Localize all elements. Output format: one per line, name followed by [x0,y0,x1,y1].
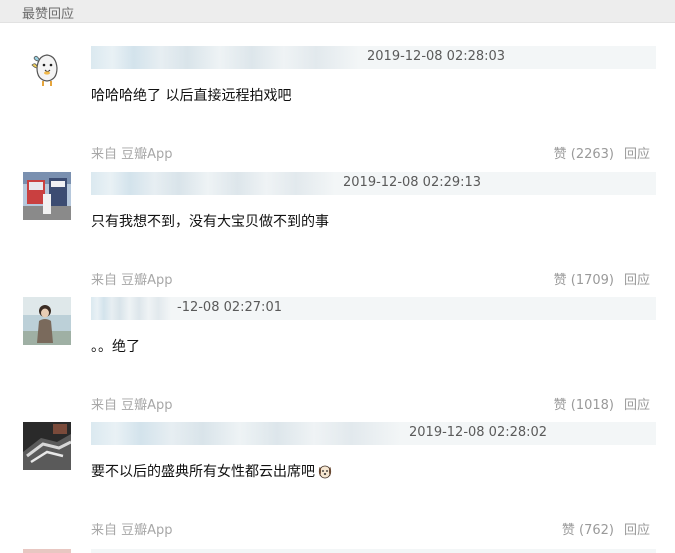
reply-button[interactable]: 回应 [624,398,650,413]
reply-button[interactable]: 回应 [624,147,650,162]
comment-item: 2019-12-08 02:28:02 要不以后的盛典所有女性都云出席吧 来自 … [0,422,675,546]
comment-text-body: 要不以后的盛典所有女性都云出席吧 [91,464,315,480]
comment-item: 2019-12-08 02:28:03 哈哈哈绝了 以后直接远程拍戏吧 来自 豆… [0,46,675,170]
comment-text: 只有我想不到，没有大宝贝做不到的事 [91,214,329,230]
section-title: 最赞回应 [22,7,75,22]
comment-actions: 赞 (2263) 回应 [554,143,650,162]
comment-timestamp: 2019-12-08 02:29:13 [343,175,482,190]
section-header: 最赞回应 [0,0,675,23]
username-blurred[interactable] [91,46,359,69]
avatar[interactable] [23,297,71,345]
comment-meta: 2019-12-08 02:28:02 [91,422,656,445]
comment-actions: 赞 (1018) 回应 [554,394,650,413]
comment-source: 来自 豆瓣App [91,273,173,288]
comment-meta: 2019-12-08 02:28:03 [91,46,656,69]
avatar[interactable] [23,172,71,220]
like-button[interactable]: 赞 (762) [562,523,614,538]
comment-meta: 2019-12-08 02:29:13 [91,172,656,195]
reply-button[interactable]: 回应 [624,273,650,288]
avatar[interactable] [23,422,71,470]
username-blurred[interactable] [91,297,171,320]
like-button[interactable]: 赞 (2263) [554,147,614,162]
comment-text: 要不以后的盛典所有女性都云出席吧 [91,461,333,483]
comment-actions: 赞 (762) 回应 [562,519,650,538]
like-button[interactable]: 赞 (1709) [554,273,614,288]
username-blurred[interactable] [91,172,335,195]
comment-item: -12-08 02:27:01 。。绝了 来自 豆瓣App 赞 (1018) 回应 [0,297,675,421]
comment-timestamp: -12-08 02:27:01 [177,300,282,315]
comment-actions: 赞 (1709) 回应 [554,269,650,288]
comment-text: 。。绝了 [91,339,140,355]
comment-source: 来自 豆瓣App [91,523,173,538]
reply-button[interactable]: 回应 [624,523,650,538]
comment-meta [91,549,656,553]
dog-face-emoji-icon [317,463,333,483]
avatar[interactable] [23,549,71,553]
comment-item: 2019-12-08 02:29:13 只有我想不到，没有大宝贝做不到的事 来自… [0,172,675,296]
comment-timestamp: 2019-12-08 02:28:02 [409,425,548,440]
comment-meta: -12-08 02:27:01 [91,297,656,320]
comment-source: 来自 豆瓣App [91,398,173,413]
like-button[interactable]: 赞 (1018) [554,398,614,413]
avatar[interactable] [23,46,71,94]
comment-source: 来自 豆瓣App [91,147,173,162]
username-blurred[interactable] [91,422,401,445]
comment-text: 哈哈哈绝了 以后直接远程拍戏吧 [91,88,292,104]
comment-timestamp: 2019-12-08 02:28:03 [367,49,506,64]
